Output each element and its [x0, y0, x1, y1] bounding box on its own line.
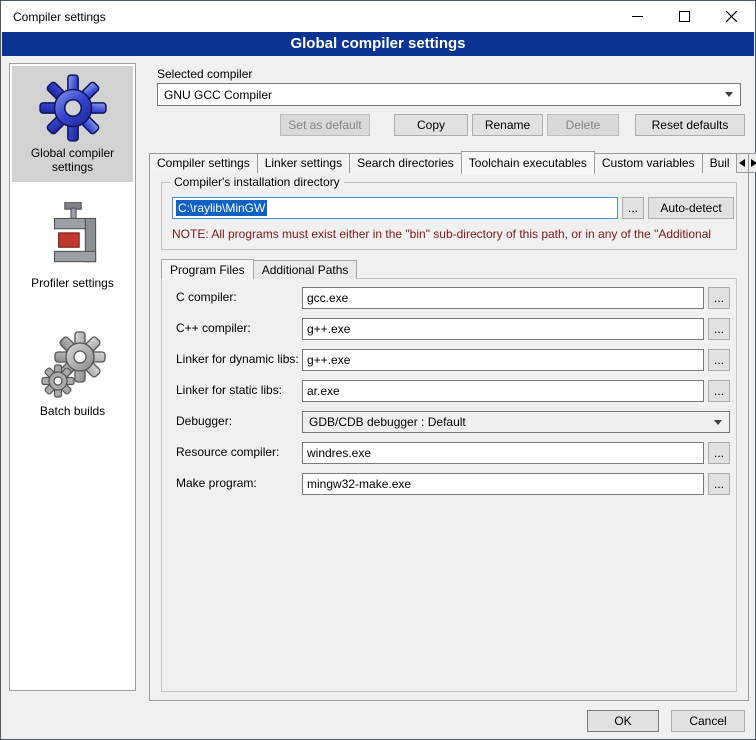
static-linker-label: Linker for static libs: [176, 383, 282, 397]
tab-compiler-settings[interactable]: Compiler settings [149, 153, 258, 173]
tab-linker-settings[interactable]: Linker settings [257, 153, 350, 173]
window-controls [614, 1, 755, 32]
tab-additional-paths[interactable]: Additional Paths [253, 260, 358, 279]
maximize-icon [679, 11, 690, 22]
settings-category-list: Global compiler settings Profiler settin… [9, 63, 136, 691]
resource-compiler-input[interactable] [302, 442, 704, 464]
rename-button[interactable]: Rename [472, 114, 543, 136]
compiler-actions: Set as default Copy Rename Delete Reset … [149, 114, 749, 136]
auto-detect-button[interactable]: Auto-detect [648, 197, 734, 219]
toolchain-executables-panel: Compiler's installation directory C:\ray… [149, 172, 749, 701]
ok-button[interactable]: OK [587, 710, 659, 732]
dynamic-linker-browse-button[interactable]: ... [708, 349, 730, 371]
debugger-select[interactable]: GDB/CDB debugger : Default [302, 411, 730, 433]
cpp-compiler-input[interactable] [302, 318, 704, 340]
c-compiler-label: C compiler: [176, 290, 237, 304]
static-linker-input[interactable] [302, 380, 704, 402]
tab-toolchain-executables[interactable]: Toolchain executables [461, 151, 595, 174]
window-title: Compiler settings [13, 10, 106, 24]
delete-button[interactable]: Delete [547, 114, 619, 136]
program-files-panel: C compiler: ... C++ compiler: ... Linker… [161, 278, 737, 692]
triangle-right-icon [751, 159, 756, 167]
debugger-select-value: GDB/CDB debugger : Default [309, 415, 466, 429]
dialog-banner: Global compiler settings [2, 32, 754, 56]
minimize-icon [632, 11, 643, 22]
c-compiler-input[interactable] [302, 287, 704, 309]
copy-button[interactable]: Copy [394, 114, 468, 136]
make-program-browse-button[interactable]: ... [708, 473, 730, 495]
maximize-button[interactable] [661, 1, 708, 32]
resource-compiler-browse-button[interactable]: ... [708, 442, 730, 464]
dynamic-linker-label: Linker for dynamic libs: [176, 352, 299, 366]
tab-scroll-right-button[interactable] [748, 153, 756, 173]
sidebar-item-profiler-settings[interactable]: Profiler settings [12, 198, 133, 308]
tab-program-files[interactable]: Program Files [161, 259, 254, 280]
installation-directory-group: Compiler's installation directory C:\ray… [161, 182, 737, 250]
titlebar[interactable]: Compiler settings [1, 1, 755, 32]
sidebar-item-batch-builds[interactable]: Batch builds [12, 322, 133, 432]
sidebar-item-label: Batch builds [38, 402, 107, 418]
cpp-compiler-label: C++ compiler: [176, 321, 251, 335]
triangle-left-icon [739, 159, 745, 167]
resource-compiler-label: Resource compiler: [176, 445, 279, 459]
batch-gears-icon [40, 330, 106, 402]
chevron-down-icon [714, 420, 722, 425]
tab-build-truncated[interactable]: Buil [702, 153, 738, 173]
bin-subdirectory-note: NOTE: All programs must exist either in … [172, 227, 732, 241]
installation-directory-group-title: Compiler's installation directory [170, 175, 344, 189]
selected-compiler-label: Selected compiler [157, 67, 252, 81]
program-files-tabstrip: Program Files Additional Paths [161, 258, 356, 279]
reset-defaults-button[interactable]: Reset defaults [635, 114, 745, 136]
tab-scroll-arrows [737, 153, 756, 173]
minimize-button[interactable] [614, 1, 661, 32]
sidebar-item-global-compiler-settings[interactable]: Global compiler settings [12, 66, 133, 182]
close-button[interactable] [708, 1, 755, 32]
chevron-down-icon [725, 92, 733, 97]
installation-directory-browse-button[interactable]: ... [622, 197, 644, 219]
static-linker-browse-button[interactable]: ... [708, 380, 730, 402]
sidebar-item-label: Profiler settings [29, 274, 116, 290]
installation-directory-input[interactable]: C:\raylib\MinGW [172, 197, 618, 219]
compiler-settings-dialog: Compiler settings Global compiler settin… [0, 0, 756, 740]
debugger-label: Debugger: [176, 414, 232, 428]
cancel-button[interactable]: Cancel [671, 710, 745, 732]
compiler-select[interactable]: GNU GCC Compiler [157, 83, 741, 106]
make-program-input[interactable] [302, 473, 704, 495]
sidebar-item-label: Global compiler settings [12, 144, 133, 174]
installation-directory-selected-text: C:\raylib\MinGW [176, 200, 267, 216]
profiler-clamp-icon [40, 202, 106, 274]
tab-custom-variables[interactable]: Custom variables [594, 153, 703, 173]
make-program-label: Make program: [176, 476, 257, 490]
compiler-select-value: GNU GCC Compiler [164, 88, 272, 102]
c-compiler-browse-button[interactable]: ... [708, 287, 730, 309]
settings-tabstrip: Compiler settings Linker settings Search… [149, 150, 749, 173]
close-icon [726, 11, 737, 22]
tab-search-directories[interactable]: Search directories [349, 153, 462, 173]
gear-icon [37, 72, 109, 144]
set-as-default-button[interactable]: Set as default [280, 114, 370, 136]
dynamic-linker-input[interactable] [302, 349, 704, 371]
cpp-compiler-browse-button[interactable]: ... [708, 318, 730, 340]
